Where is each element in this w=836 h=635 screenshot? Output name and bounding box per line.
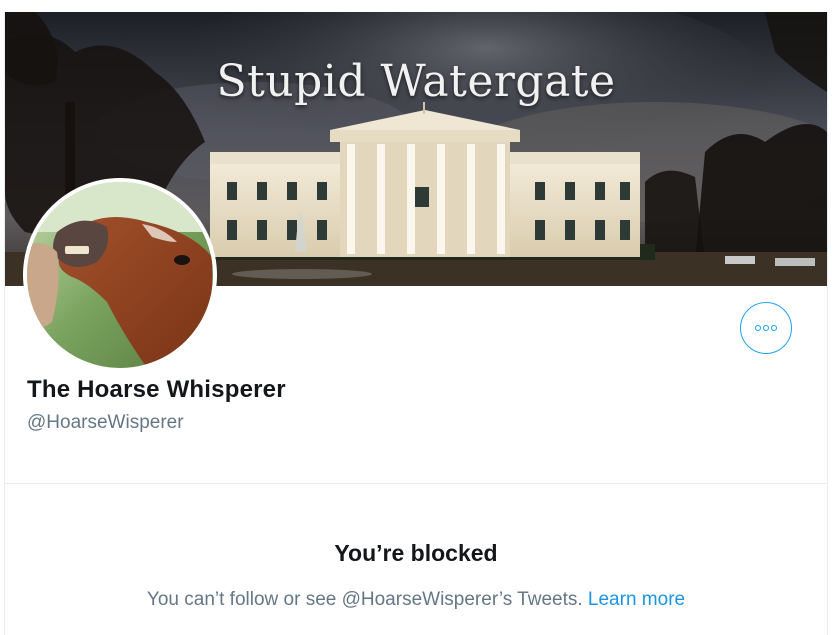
horse-avatar-image bbox=[27, 182, 213, 368]
learn-more-link[interactable]: Learn more bbox=[588, 589, 685, 610]
avatar[interactable] bbox=[23, 178, 217, 372]
divider bbox=[5, 483, 827, 484]
profile-page: Stupid Watergate The Hoarse Whisperer @H… bbox=[4, 12, 828, 635]
blocked-message-line: You can’t follow or see @HoarseWisperer’… bbox=[5, 589, 827, 611]
blocked-title: You’re blocked bbox=[334, 540, 498, 566]
banner-title: Stupid Watergate bbox=[216, 56, 616, 107]
more-options-button[interactable] bbox=[740, 302, 792, 354]
blocked-message: You can’t follow or see @HoarseWisperer’… bbox=[146, 589, 583, 610]
profile-handle: @HoarseWisperer bbox=[27, 412, 184, 433]
more-horizontal-icon bbox=[755, 325, 777, 331]
avatar-image bbox=[27, 182, 213, 368]
profile-display-name: The Hoarse Whisperer bbox=[27, 376, 286, 403]
